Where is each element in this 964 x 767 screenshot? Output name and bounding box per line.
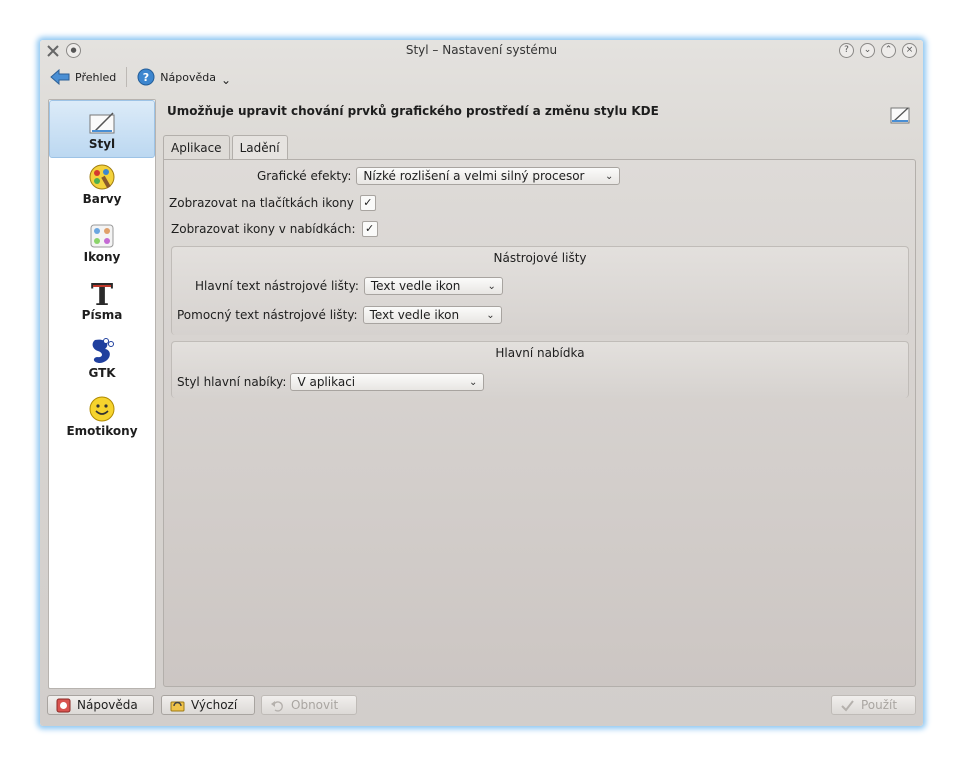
help-book-icon (56, 698, 71, 712)
help-label: Nápověda (160, 70, 216, 84)
icons-icon (90, 224, 114, 248)
chevron-down-icon: ⌄ (469, 376, 478, 388)
graphic-effects-label: Grafické efekty: (257, 169, 352, 183)
defaults-icon (170, 701, 185, 711)
close-button[interactable]: × (902, 43, 917, 58)
defaults-button[interactable]: Výchozí (161, 695, 255, 715)
graphic-effects-combo[interactable]: Nízké rozlišení a velmi silný procesor ⌄ (356, 167, 621, 185)
secondary-toolbar-text-row: Pomocný text nástrojové lišty: Text vedl… (177, 306, 502, 324)
title-bar[interactable]: ● Styl – Nastavení systému ? ⌄ ⌃ × (40, 40, 923, 62)
tab-ladeni[interactable]: Ladění (231, 135, 288, 159)
undo-icon (271, 700, 283, 712)
help-icon: ? (137, 68, 155, 86)
menubar-style-value: V aplikaci (297, 375, 356, 389)
module-content: Umožňuje upravit chování prvků grafickéh… (163, 99, 916, 687)
sidebar-item-emotikony[interactable]: Emotikony (50, 394, 154, 438)
sidebar-item-label: Emotikony (66, 424, 138, 438)
chevron-down-icon: ⌄ (220, 73, 232, 87)
reset-button-label: Obnovit (291, 698, 339, 712)
style-icon (89, 112, 115, 134)
chevron-down-icon: ⌄ (605, 170, 614, 182)
toolbars-group-title: Nástrojové lišty (493, 251, 587, 265)
module-sidebar: Styl Barvy Ikony T Písma GTK Emotikony (48, 99, 156, 689)
module-description: Umožňuje upravit chování prvků grafickéh… (167, 104, 659, 118)
sidebar-item-label: Písma (81, 308, 123, 322)
maximize-button[interactable]: ⌃ (881, 43, 896, 58)
show-menu-icons-checkbox[interactable]: ✓ (361, 221, 378, 237)
toolbar-separator (126, 67, 128, 87)
sidebar-item-barvy[interactable]: Barvy (50, 162, 154, 206)
reset-button[interactable]: Obnovit (261, 695, 357, 715)
menubar-style-combo[interactable]: V aplikaci ⌄ (290, 373, 485, 391)
window-controls: ? ⌄ ⌃ × (839, 43, 917, 58)
secondary-toolbar-text-combo[interactable]: Text vedle ikon ⌄ (362, 306, 502, 324)
overview-label: Přehled (75, 70, 117, 84)
style-icon (890, 107, 910, 124)
toolbars-group: Nástrojové lišty Hlavní text nástrojové … (171, 246, 909, 335)
tab-bar: Aplikace Ladění (163, 135, 290, 159)
system-settings-window: ● Styl – Nastavení systému ? ⌄ ⌃ × Přehl… (40, 40, 923, 726)
main-toolbar: Přehled ? Nápověda ⌄ (46, 66, 235, 88)
svg-text:T: T (91, 278, 114, 308)
menubar-group-title: Hlavní nabídka (495, 346, 585, 360)
sidebar-item-ikony[interactable]: Ikony (50, 220, 154, 264)
tab-panel-ladeni: Grafické efekty: Nízké rozlišení a velmi… (163, 159, 916, 687)
main-toolbar-text-label: Hlavní text nástrojové lišty: (195, 279, 359, 293)
help-menu-button[interactable]: ? Nápověda ⌄ (133, 67, 235, 87)
sidebar-item-label: Ikony (83, 250, 121, 264)
defaults-button-label: Výchozí (191, 698, 238, 712)
menubar-group: Hlavní nabídka Styl hlavní nabíky: V apl… (171, 341, 909, 398)
secondary-toolbar-text-label: Pomocný text nástrojové lišty: (177, 308, 358, 322)
emoticons-icon (89, 396, 115, 422)
apply-button-label: Použít (861, 698, 898, 712)
show-menu-icons-label: Zobrazovat ikony v nabídkách: (171, 222, 356, 236)
show-button-icons-row: Zobrazovat na tlačítkách ikony ✓ (169, 195, 376, 211)
sidebar-item-label: Styl (88, 137, 116, 151)
context-help-button[interactable]: ? (839, 43, 854, 58)
checkmark-icon (841, 699, 854, 712)
minimize-button[interactable]: ⌄ (860, 43, 875, 58)
menubar-style-label: Styl hlavní nabíky: (177, 375, 287, 389)
secondary-toolbar-text-value: Text vedle ikon (369, 308, 460, 322)
show-button-icons-checkbox[interactable]: ✓ (359, 195, 376, 211)
chevron-down-icon: ⌄ (487, 280, 496, 292)
help-button[interactable]: Nápověda (47, 695, 154, 715)
overview-button[interactable]: Přehled (46, 69, 120, 85)
back-arrow-icon (50, 69, 70, 85)
fonts-icon: T (91, 278, 114, 308)
window-title: Styl – Nastavení systému (405, 43, 558, 57)
colors-icon (89, 164, 115, 190)
show-button-icons-label: Zobrazovat na tlačítkách ikony (169, 196, 354, 210)
graphic-effects-row: Grafické efekty: Nízké rozlišení a velmi… (257, 167, 621, 185)
sidebar-item-label: GTK (88, 366, 116, 380)
show-menu-icons-row: Zobrazovat ikony v nabídkách: ✓ (171, 221, 378, 237)
sidebar-item-styl[interactable]: Styl (49, 100, 155, 158)
tab-aplikace[interactable]: Aplikace (163, 135, 230, 159)
sidebar-item-gtk[interactable]: GTK (50, 336, 154, 380)
graphic-effects-value: Nízké rozlišení a velmi silný procesor (363, 169, 585, 183)
main-toolbar-text-row: Hlavní text nástrojové lišty: Text vedle… (195, 277, 503, 295)
sidebar-item-label: Barvy (82, 192, 122, 206)
gtk-icon (92, 338, 114, 363)
main-toolbar-text-combo[interactable]: Text vedle ikon ⌄ (363, 277, 503, 295)
apply-button[interactable]: Použít (831, 695, 916, 715)
main-toolbar-text-value: Text vedle ikon (370, 279, 461, 293)
svg-text:?: ? (143, 71, 149, 84)
menubar-style-row: Styl hlavní nabíky: V aplikaci ⌄ (177, 373, 485, 391)
sidebar-item-pisma[interactable]: T Písma (50, 278, 154, 322)
chevron-down-icon: ⌄ (486, 309, 495, 321)
help-button-label: Nápověda (77, 698, 138, 712)
